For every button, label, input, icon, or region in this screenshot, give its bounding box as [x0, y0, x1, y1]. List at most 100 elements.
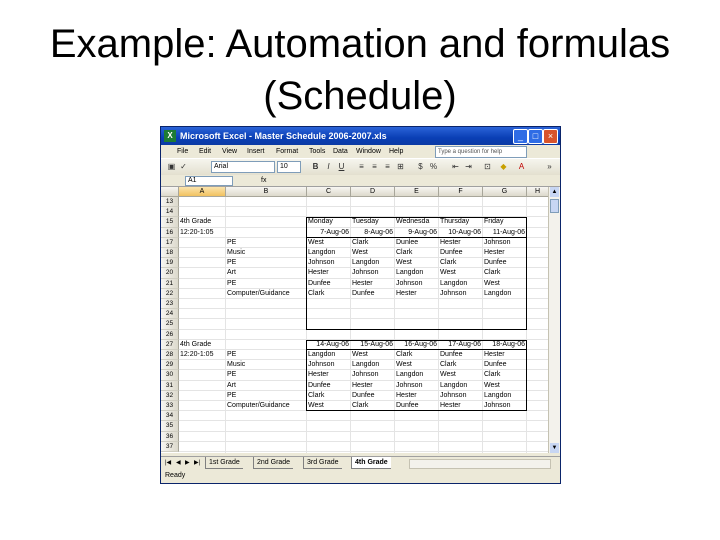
minimize-button[interactable]: _: [513, 129, 528, 144]
title-bar[interactable]: X Microsoft Excel - Master Schedule 2006…: [161, 127, 560, 145]
cell-e32[interactable]: Hester: [395, 391, 438, 401]
cell-g20[interactable]: Clark: [483, 268, 526, 278]
cell-b32[interactable]: PE: [226, 391, 306, 401]
cell-b30[interactable]: PE: [226, 370, 306, 380]
cell-g17[interactable]: Johnson: [483, 238, 526, 248]
merge-center-icon[interactable]: ⊞: [396, 162, 405, 171]
cell-c15[interactable]: Monday: [307, 217, 350, 227]
name-box[interactable]: A1: [185, 176, 233, 186]
cell-e29[interactable]: West: [395, 360, 438, 370]
cell-b29[interactable]: Music: [226, 360, 306, 370]
save-icon[interactable]: ▣: [167, 162, 176, 171]
row-header-26[interactable]: 26: [161, 329, 179, 340]
row-header-28[interactable]: 28: [161, 350, 179, 361]
cell-e28[interactable]: Clark: [395, 350, 438, 360]
cell-c31[interactable]: Dunfee: [307, 381, 350, 391]
cell-c29[interactable]: Johnson: [307, 360, 350, 370]
column-header-f[interactable]: F: [439, 187, 483, 197]
row-header-27[interactable]: 27: [161, 339, 179, 350]
row-header-36[interactable]: 36: [161, 431, 179, 442]
increase-indent-icon[interactable]: ⇥: [464, 162, 473, 171]
cell-b20[interactable]: Art: [226, 268, 306, 278]
scroll-up-icon[interactable]: ▲: [550, 187, 559, 197]
column-header-g[interactable]: G: [483, 187, 527, 197]
decrease-indent-icon[interactable]: ⇤: [451, 162, 460, 171]
horizontal-scrollbar[interactable]: [409, 459, 551, 469]
select-all-corner[interactable]: [161, 187, 179, 197]
cell-c33[interactable]: West: [307, 401, 350, 411]
cell-c21[interactable]: Dunfee: [307, 279, 350, 289]
row-header-22[interactable]: 22: [161, 288, 179, 299]
cell-d20[interactable]: Johnson: [351, 268, 394, 278]
column-header-h[interactable]: H: [527, 187, 549, 197]
cell-g15[interactable]: Friday: [483, 217, 526, 227]
sheet-tab-2nd-grade[interactable]: 2nd Grade: [253, 457, 294, 469]
cell-e17[interactable]: Dunlee: [395, 238, 438, 248]
italic-icon[interactable]: I: [324, 162, 333, 171]
cell-f30[interactable]: West: [439, 370, 482, 380]
cell-d33[interactable]: Clark: [351, 401, 394, 411]
cell-f28[interactable]: Dunfee: [439, 350, 482, 360]
cell-d18[interactable]: West: [351, 248, 394, 258]
cell-f19[interactable]: Clark: [439, 258, 482, 268]
cell-g19[interactable]: Dunfee: [483, 258, 526, 268]
close-button[interactable]: ×: [543, 129, 558, 144]
prev-sheet-icon[interactable]: ◀: [176, 458, 181, 468]
cell-b19[interactable]: PE: [226, 258, 306, 268]
cell-f20[interactable]: West: [439, 268, 482, 278]
cell-g18[interactable]: Hester: [483, 248, 526, 258]
row-header-21[interactable]: 21: [161, 278, 179, 289]
cell-c32[interactable]: Clark: [307, 391, 350, 401]
first-sheet-icon[interactable]: |◀: [165, 458, 171, 468]
row-header-29[interactable]: 29: [161, 360, 179, 371]
cell-c28[interactable]: Langdon: [307, 350, 350, 360]
cell-g22[interactable]: Langdon: [483, 289, 526, 299]
align-center-icon[interactable]: ≡: [370, 162, 379, 171]
cell-e30[interactable]: Langdon: [395, 370, 438, 380]
cell-e21[interactable]: Johnson: [395, 279, 438, 289]
cell-c30[interactable]: Hester: [307, 370, 350, 380]
font-color-icon[interactable]: A: [517, 162, 526, 171]
row-header-23[interactable]: 23: [161, 299, 179, 310]
cell-a27[interactable]: 4th Grade: [179, 340, 225, 350]
menu-tools[interactable]: Tools: [309, 146, 325, 157]
cell-e18[interactable]: Clark: [395, 248, 438, 258]
cell-d19[interactable]: Langdon: [351, 258, 394, 268]
cell-d28[interactable]: West: [351, 350, 394, 360]
cell-d30[interactable]: Johnson: [351, 370, 394, 380]
cell-b17[interactable]: PE: [226, 238, 306, 248]
row-header-19[interactable]: 19: [161, 258, 179, 269]
menu-edit[interactable]: Edit: [199, 146, 211, 157]
cell-c17[interactable]: West: [307, 238, 350, 248]
cell-e22[interactable]: Hester: [395, 289, 438, 299]
menu-window[interactable]: Window: [356, 146, 381, 157]
cell-b21[interactable]: PE: [226, 279, 306, 289]
sheet-tab-1st-grade[interactable]: 1st Grade: [205, 457, 243, 469]
row-header-30[interactable]: 30: [161, 370, 179, 381]
cell-b22[interactable]: Computer/Guidance: [226, 289, 306, 299]
row-header-33[interactable]: 33: [161, 401, 179, 412]
align-right-icon[interactable]: ≡: [383, 162, 392, 171]
cell-f15[interactable]: Thursday: [439, 217, 482, 227]
cell-a15[interactable]: 4th Grade: [179, 217, 225, 227]
last-sheet-icon[interactable]: ▶|: [194, 458, 200, 468]
row-header-35[interactable]: 35: [161, 421, 179, 432]
menu-help[interactable]: Help: [389, 146, 403, 157]
row-header-16[interactable]: 16: [161, 227, 179, 238]
cell-e33[interactable]: Dunfee: [395, 401, 438, 411]
align-left-icon[interactable]: ≡: [357, 162, 366, 171]
menu-view[interactable]: View: [222, 146, 237, 157]
menu-format[interactable]: Format: [276, 146, 298, 157]
cell-d32[interactable]: Dunfee: [351, 391, 394, 401]
column-header-d[interactable]: D: [351, 187, 395, 197]
cell-e31[interactable]: Johnson: [395, 381, 438, 391]
currency-icon[interactable]: $: [416, 162, 425, 171]
excel-app-icon[interactable]: X: [164, 130, 176, 142]
font-size-select[interactable]: 10: [277, 161, 301, 173]
fx-icon[interactable]: fx: [261, 175, 266, 186]
menu-file[interactable]: File: [177, 146, 188, 157]
row-header-32[interactable]: 32: [161, 390, 179, 401]
cell-c20[interactable]: Hester: [307, 268, 350, 278]
fill-color-icon[interactable]: ◆: [499, 162, 508, 171]
cell-a28[interactable]: 12:20-1:05: [179, 350, 225, 360]
